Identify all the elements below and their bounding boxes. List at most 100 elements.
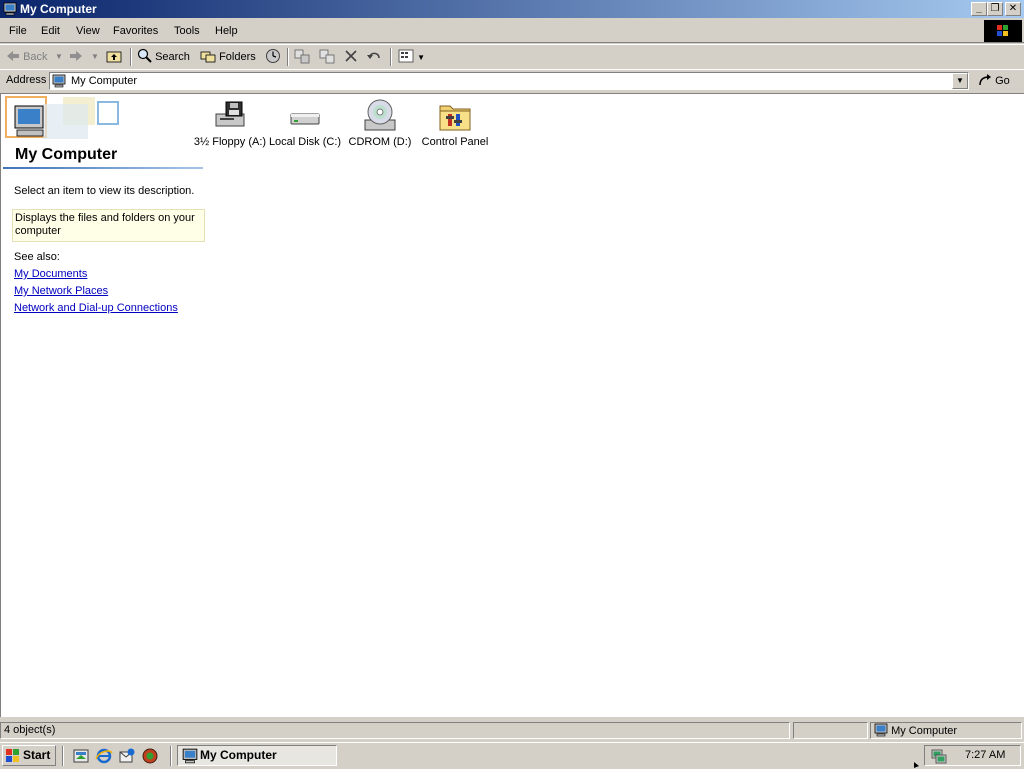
go-button[interactable]: Go (978, 72, 1010, 90)
move-to-icon (294, 49, 310, 64)
panel-description: Displays the files and folders on your c… (12, 209, 205, 242)
go-arrow-icon (979, 74, 991, 86)
menu-favorites[interactable]: Favorites (113, 25, 158, 37)
toolbar-separator (287, 48, 289, 66)
clock[interactable]: 7:27 AM (965, 749, 1005, 761)
status-object-count: 4 object(s) (0, 722, 790, 739)
item-cdrom-drive[interactable]: CDROM (D:) (342, 94, 418, 149)
views-icon (398, 49, 414, 63)
back-label: Back (23, 51, 48, 63)
forward-dropdown-icon[interactable]: ▼ (91, 48, 99, 66)
menu-file[interactable]: File (9, 25, 27, 37)
start-label: Start (23, 748, 51, 762)
delete-button[interactable] (344, 48, 358, 66)
item-label: CDROM (D:) (348, 136, 412, 148)
menu-view[interactable]: View (76, 25, 100, 37)
outlook-express-icon[interactable] (118, 747, 136, 765)
internet-explorer-icon[interactable] (95, 747, 113, 765)
mouse-cursor-icon (914, 762, 919, 768)
back-arrow-icon (7, 51, 19, 61)
web-view-panel: My Computer Select an item to view its d… (1, 94, 206, 717)
cdrom-drive-icon (364, 99, 396, 131)
panel-title: My Computer (15, 146, 118, 163)
back-dropdown-icon[interactable]: ▼ (55, 48, 63, 66)
show-desktop-icon[interactable] (72, 747, 90, 765)
folders-icon (200, 51, 216, 63)
taskbar-separator (62, 746, 64, 766)
up-folder-icon (106, 51, 122, 63)
windows-logo (984, 20, 1022, 42)
item-label: 3½ Floppy (A:) (193, 136, 267, 148)
media-player-icon[interactable] (141, 747, 159, 765)
menu-bar: File Edit View Favorites Tools Help (0, 20, 1024, 43)
views-dropdown-icon: ▼ (417, 53, 425, 62)
menu-tools[interactable]: Tools (174, 25, 200, 37)
toolbar-separator (130, 48, 132, 66)
undo-icon (367, 52, 380, 59)
network-tray-icon[interactable] (930, 748, 948, 764)
forward-arrow-icon (70, 51, 82, 61)
content-pane: My Computer Select an item to view its d… (0, 94, 1024, 717)
back-button[interactable]: Back (6, 48, 48, 66)
control-panel-icon (439, 105, 471, 131)
panel-title-underline (3, 167, 203, 169)
address-bar: Address My Computer ▼ Go (0, 69, 1024, 94)
close-button[interactable]: ✕ (1005, 2, 1021, 16)
address-input[interactable]: My Computer ▼ (49, 72, 969, 90)
my-computer-icon (182, 748, 198, 764)
item-floppy-drive[interactable]: 3½ Floppy (A:) (192, 94, 268, 149)
minimize-button[interactable]: _ (971, 2, 987, 16)
history-button[interactable] (265, 48, 281, 66)
start-button[interactable]: Start (2, 745, 56, 766)
toolbar-separator (390, 48, 392, 66)
link-my-documents[interactable]: My Documents (14, 268, 87, 280)
my-computer-icon (874, 723, 888, 737)
delete-icon (345, 50, 357, 62)
folders-button[interactable]: Folders (200, 48, 256, 66)
folders-label: Folders (219, 51, 256, 63)
history-icon (266, 49, 280, 63)
link-network-dialup[interactable]: Network and Dial-up Connections (14, 302, 178, 314)
go-label: Go (995, 75, 1010, 87)
taskbar-button-label: My Computer (200, 748, 277, 762)
move-to-button[interactable] (294, 48, 310, 66)
system-tray: 7:27 AM (924, 745, 1021, 766)
undo-button[interactable] (366, 48, 382, 66)
copy-to-button[interactable] (319, 48, 335, 66)
windows-flag-icon (6, 749, 19, 762)
search-icon (137, 48, 152, 63)
windows-flag-icon (997, 25, 1008, 36)
standard-toolbar: Back ▼ ▼ Search Folders ▼ (0, 44, 1024, 70)
restore-button[interactable]: ❐ (987, 2, 1003, 16)
status-zone-label: My Computer (891, 725, 958, 737)
forward-button[interactable] (69, 48, 83, 66)
status-empty-panel (793, 722, 868, 739)
title-bar: My Computer _ ❐ ✕ (0, 0, 1024, 18)
address-dropdown-button[interactable]: ▼ (952, 73, 968, 89)
address-label: Address (6, 74, 47, 86)
my-computer-icon (3, 2, 17, 16)
my-computer-banner-icon (3, 94, 123, 144)
see-also-label: See also: (14, 251, 60, 263)
panel-hint: Select an item to view its description. (14, 185, 195, 197)
status-bar: 4 object(s) My Computer (0, 720, 1024, 741)
menu-help[interactable]: Help (215, 25, 238, 37)
copy-to-icon (319, 49, 335, 64)
views-button[interactable]: ▼ (398, 48, 425, 66)
menu-edit[interactable]: Edit (41, 25, 60, 37)
floppy-drive-icon (215, 101, 245, 127)
item-control-panel[interactable]: Control Panel (417, 94, 493, 149)
window-title: My Computer (20, 2, 97, 16)
address-value: My Computer (71, 75, 138, 87)
item-local-disk[interactable]: Local Disk (C:) (267, 94, 343, 149)
my-computer-icon (52, 74, 66, 88)
item-label: Local Disk (C:) (268, 136, 342, 148)
search-label: Search (155, 51, 190, 63)
taskbar-button-my-computer[interactable]: My Computer (177, 745, 337, 766)
up-folder-button[interactable] (106, 48, 122, 66)
search-button[interactable]: Search (137, 48, 190, 66)
link-my-network-places[interactable]: My Network Places (14, 285, 108, 297)
item-label: Control Panel (421, 136, 489, 148)
hard-disk-icon (290, 113, 320, 125)
status-zone-panel: My Computer (870, 722, 1022, 739)
